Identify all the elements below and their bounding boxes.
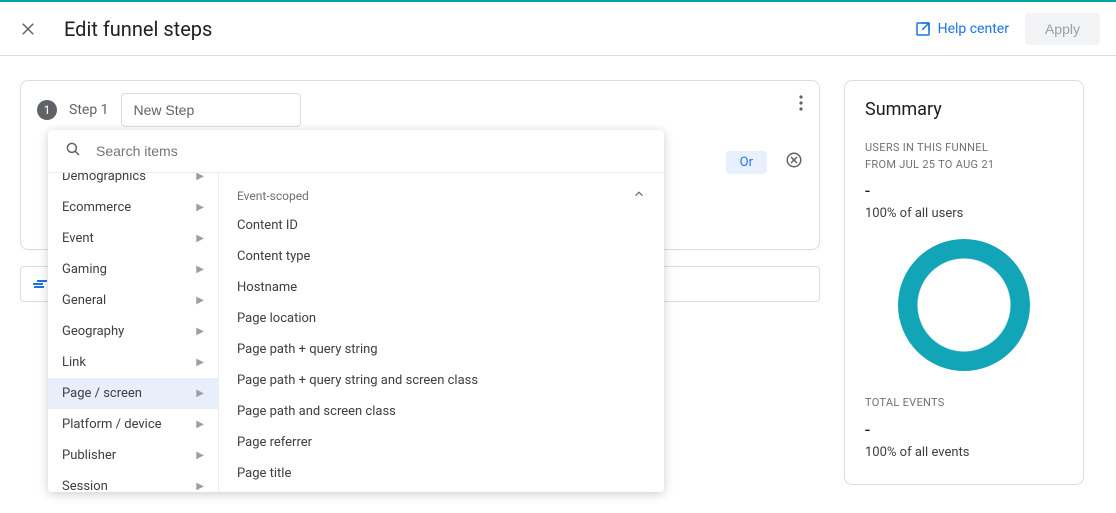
chevron-right-icon: ▶ [196,264,204,275]
items-list[interactable]: Event-scoped Content IDContent typeHostn… [218,173,664,492]
category-label: General [62,293,106,308]
users-label-2: FROM JUL 25 TO AUG 21 [865,157,1063,174]
chevron-right-icon: ▶ [196,450,204,461]
category-item[interactable]: Gaming ▶ [48,254,218,285]
or-button[interactable]: Or [726,151,767,174]
category-label: Demographics [62,173,146,184]
donut-chart [898,239,1030,371]
step-label: Step 1 [69,102,109,118]
chevron-up-icon[interactable] [632,187,646,204]
steps-panel: 1 Step 1 Or [20,80,820,302]
category-item[interactable]: Geography ▶ [48,316,218,347]
category-item[interactable]: Demographics ▶ [48,173,218,192]
category-label: Gaming [62,262,107,277]
dimension-item[interactable]: Content type [219,241,664,272]
dimension-item[interactable]: Page title [219,458,664,489]
search-icon [64,140,82,162]
chevron-right-icon: ▶ [196,419,204,430]
dimension-item[interactable]: Page path and screen class [219,396,664,427]
category-item[interactable]: Event ▶ [48,223,218,254]
chevron-right-icon: ▶ [196,202,204,213]
category-item[interactable]: Page / screen ▶ [48,378,218,409]
chevron-right-icon: ▶ [196,233,204,244]
events-value: - [865,420,1063,441]
kebab-icon[interactable] [799,95,803,115]
users-sub: 100% of all users [865,206,1063,221]
events-sub: 100% of all events [865,445,1063,460]
category-item[interactable]: Ecommerce ▶ [48,192,218,223]
chevron-right-icon: ▶ [196,326,204,337]
dimension-picker: Demographics▶Ecommerce▶Event▶Gaming▶Gene… [48,130,664,492]
chevron-right-icon: ▶ [196,388,204,399]
users-label-1: USERS IN THIS FUNNEL [865,140,1063,157]
category-label: Session [62,479,108,492]
events-label: TOTAL EVENTS [865,395,1063,412]
category-label: Ecommerce [62,200,131,215]
close-icon[interactable] [16,17,40,41]
category-label: Event [62,231,94,246]
help-center-label: Help center [938,21,1009,37]
dimension-item[interactable]: Hostname [219,272,664,303]
chevron-right-icon: ▶ [196,481,204,492]
category-label: Link [62,355,86,370]
summary-panel: Summary USERS IN THIS FUNNEL FROM JUL 25… [844,80,1084,485]
category-label: Geography [62,324,124,339]
help-center-link[interactable]: Help center [914,20,1009,38]
page-title: Edit funnel steps [64,17,914,41]
category-item[interactable]: Link ▶ [48,347,218,378]
dimension-item[interactable]: Page location [219,303,664,334]
header-bar: Edit funnel steps Help center Apply [0,0,1116,56]
chevron-right-icon: ▶ [196,173,204,182]
scope-label: Event-scoped [237,189,309,203]
search-input[interactable] [96,143,648,159]
apply-button[interactable]: Apply [1025,13,1100,45]
chevron-right-icon: ▶ [196,295,204,306]
step-number-badge: 1 [37,100,57,120]
category-item[interactable]: General ▶ [48,285,218,316]
summary-title: Summary [865,99,1063,120]
category-label: Page / screen [62,386,142,401]
users-value: - [865,181,1063,202]
category-item[interactable]: Session ▶ [48,471,218,492]
category-label: Publisher [62,448,116,463]
dimension-item[interactable]: Page referrer [219,427,664,458]
dimension-item[interactable]: Page path + query string [219,334,664,365]
category-item[interactable]: Platform / device ▶ [48,409,218,440]
dimension-item[interactable]: Content ID [219,210,664,241]
step-name-input[interactable] [121,93,301,127]
dimension-item[interactable]: Page path + query string and screen clas… [219,365,664,396]
category-item[interactable]: Publisher ▶ [48,440,218,471]
category-label: Platform / device [62,417,162,432]
category-list[interactable]: Demographics▶Ecommerce▶Event▶Gaming▶Gene… [48,173,218,492]
remove-condition-icon[interactable] [785,151,803,173]
chevron-right-icon: ▶ [196,357,204,368]
